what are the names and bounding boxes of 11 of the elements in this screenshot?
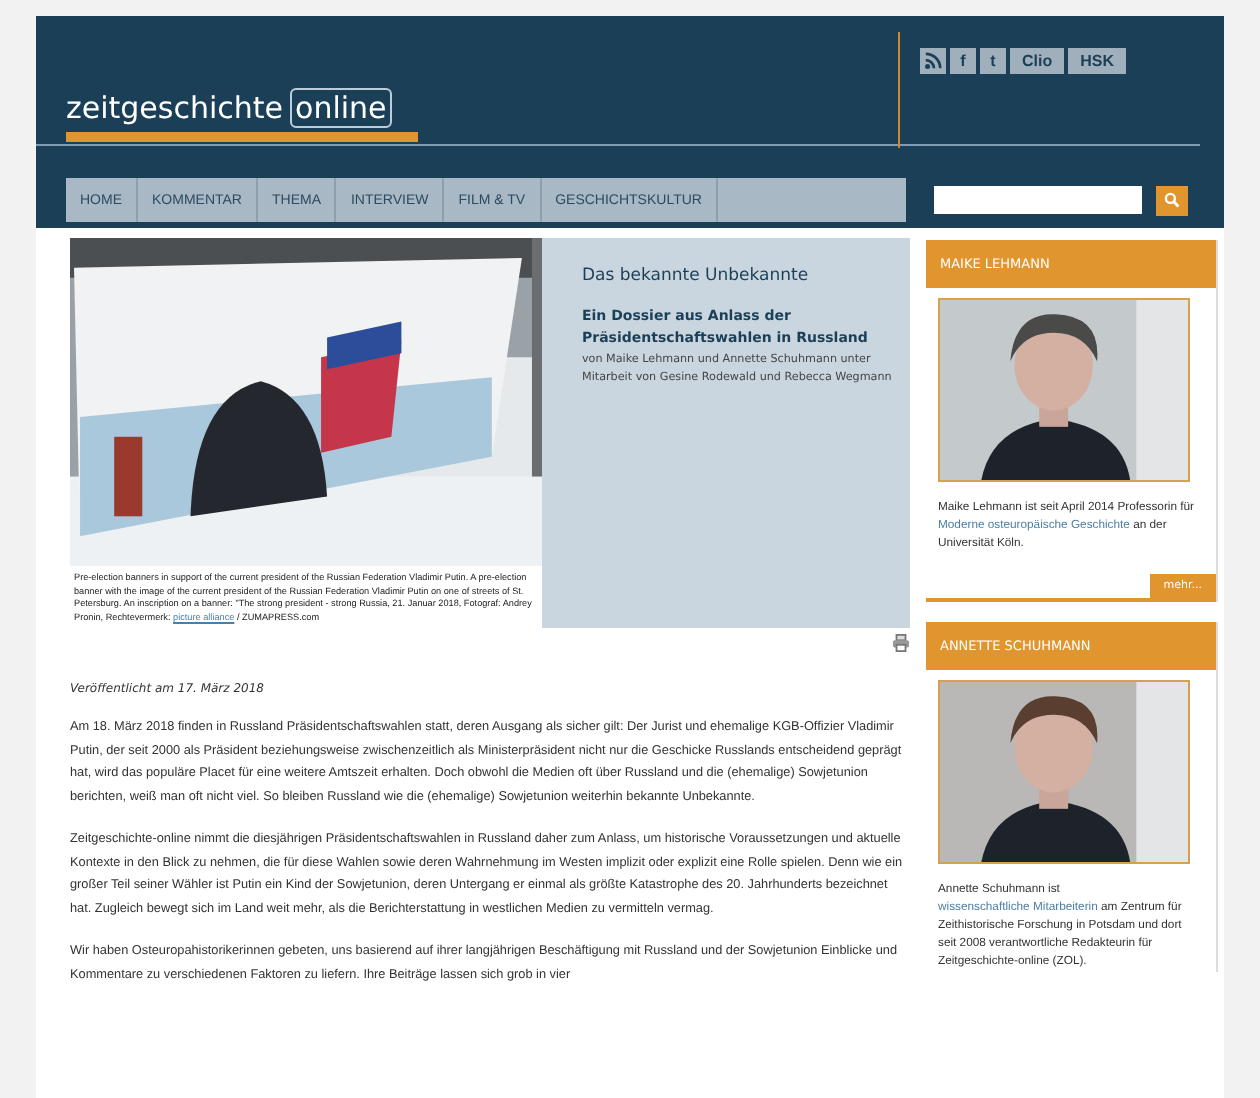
- social-link[interactable]: t: [980, 48, 1006, 74]
- social-link[interactable]: HSK: [1068, 48, 1126, 74]
- search-button[interactable]: [1156, 185, 1188, 215]
- social-link[interactable]: f: [950, 48, 976, 74]
- site-logo[interactable]: zeitgeschichte online: [66, 88, 418, 142]
- search-icon: [1164, 192, 1180, 208]
- search-field[interactable]: [934, 186, 1142, 214]
- dossier-title: Das bekannte Unbekannte: [582, 266, 811, 286]
- rss-button[interactable]: [920, 48, 946, 74]
- social-link[interactable]: Clio: [1010, 48, 1065, 74]
- printer-icon[interactable]: [892, 634, 910, 652]
